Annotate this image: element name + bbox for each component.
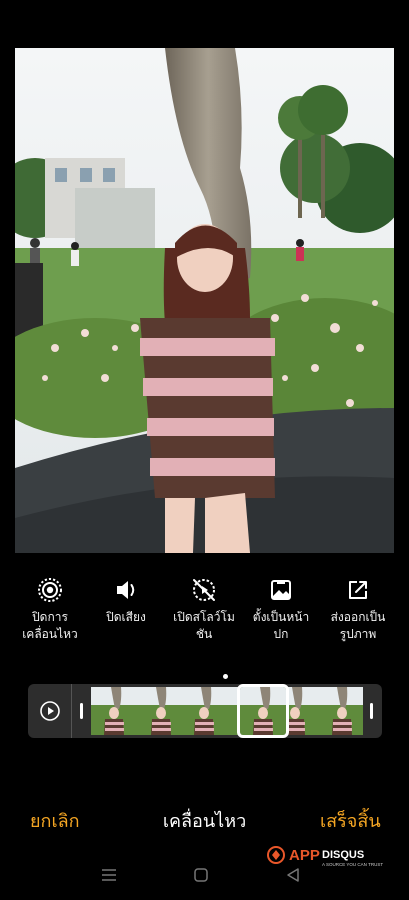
back-button[interactable] (278, 860, 308, 890)
cover-image-icon (265, 574, 297, 606)
motion-off-label: ปิดการ เคลื่อนไหว (22, 610, 78, 641)
export-image-label: ส่งออกเป็น รูปภาพ (330, 610, 386, 641)
trim-handle-left[interactable] (80, 703, 83, 719)
play-motion-icon (39, 701, 60, 721)
filmstrip-frames (91, 687, 363, 735)
slow-motion-label: เปิดสโลว์โม ชัน (173, 610, 235, 641)
trim-handle-right[interactable] (370, 703, 373, 719)
filmstrip-frame[interactable] (317, 687, 363, 735)
filmstrip-frame[interactable] (181, 687, 227, 735)
cancel-button[interactable]: ยกเลิก (30, 810, 80, 834)
selected-frame-thumbnail (240, 687, 286, 735)
system-nav-bar (0, 860, 409, 890)
export-image-button[interactable]: ส่งออกเป็น รูปภาพ (320, 574, 396, 643)
action-toolbar: ปิดการ เคลื่อนไหว ปิดเสียง เปิดสโลว์โม ช… (0, 574, 409, 654)
export-icon (342, 574, 374, 606)
motion-photo-icon (34, 574, 66, 606)
filmstrip-frame[interactable] (91, 687, 137, 735)
photo-preview[interactable] (15, 48, 394, 553)
slow-motion-button[interactable]: เปิดสโลว์โม ชัน (166, 574, 242, 643)
done-button[interactable]: เสร็จสิ้น (320, 810, 381, 834)
set-cover-label: ตั้งเป็นหน้า ปก (252, 610, 310, 641)
menu-icon (102, 869, 116, 881)
slow-motion-off-icon (188, 574, 220, 606)
back-icon (287, 868, 299, 882)
play-motion-button[interactable] (28, 684, 72, 738)
page-indicator-dot (223, 674, 228, 679)
speaker-icon (110, 574, 142, 606)
photo-image (15, 48, 394, 553)
selected-frame[interactable] (237, 684, 289, 738)
mute-label: ปิดเสียง (106, 610, 146, 624)
filmstrip[interactable] (28, 684, 382, 738)
set-cover-button[interactable]: ตั้งเป็นหน้า ปก (243, 574, 319, 643)
motion-off-button[interactable]: ปิดการ เคลื่อนไหว (12, 574, 88, 643)
home-icon (194, 868, 208, 882)
mute-button[interactable]: ปิดเสียง (88, 574, 164, 626)
filmstrip-frame[interactable] (136, 687, 182, 735)
recent-apps-button[interactable] (94, 860, 124, 890)
home-button[interactable] (186, 860, 216, 890)
